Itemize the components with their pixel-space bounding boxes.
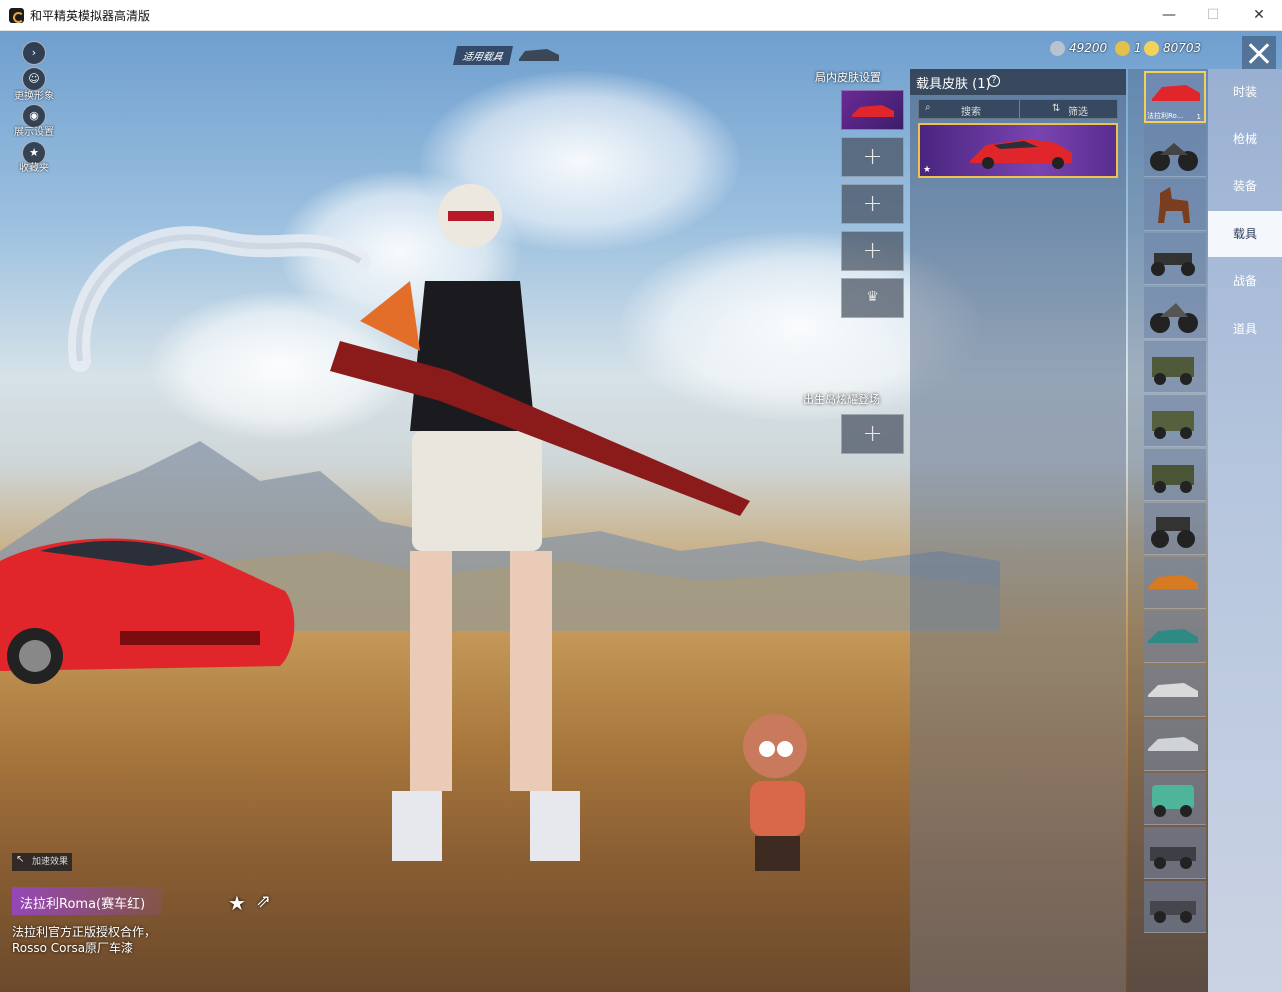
applicable-vehicle-label: 适用载具 (452, 46, 514, 65)
favorites-label[interactable]: 收藏夹 (8, 159, 60, 174)
vehicle-thumb-jeep-3[interactable] (1144, 449, 1206, 501)
vehicle-thumb-pickup-2[interactable] (1144, 881, 1206, 933)
category-tabs: 时装 枪械 装备 载具 战备 道具 (1208, 69, 1282, 992)
character-model-icon (330, 184, 750, 861)
gold-coin-icon (1144, 41, 1159, 56)
close-panel-icon[interactable] (1242, 36, 1276, 70)
pickup-icon (1150, 901, 1196, 923)
red-car-icon (1152, 85, 1200, 101)
search-icon: ⌕ (925, 102, 931, 113)
pet-companion-icon (743, 714, 807, 871)
buggy-icon (1151, 253, 1195, 276)
tab-items[interactable]: 道具 (1208, 306, 1282, 352)
gold-coin-value: 80703 (1163, 41, 1202, 55)
monster-truck-icon (1151, 517, 1195, 548)
jeep-icon (1152, 411, 1194, 439)
red-car-thumb-icon (851, 105, 894, 117)
vehicle-thumb-buggy[interactable] (1144, 233, 1206, 285)
teal-car-icon (1148, 629, 1198, 643)
change-appearance-label[interactable]: 更换形象 (8, 87, 60, 102)
app-logo-icon (9, 8, 24, 23)
silver-coin-value: 49200 (1069, 41, 1108, 55)
skin-description: 法拉利官方正版授权合作，Rosso Corsa原厂车漆 (12, 925, 157, 955)
share-icon[interactable]: ⇗ (256, 891, 271, 912)
vehicle-thumb-teal-car[interactable] (1144, 611, 1206, 663)
game-viewport: › ☺ 更换形象 ◉ 展示设置 ★ 收藏夹 适用载具 49200 1 80703… (0, 31, 1282, 992)
tab-vehicles[interactable]: 载具 (1208, 211, 1282, 257)
star-badge-icon: ★ (923, 165, 932, 175)
vehicle-thumb-sedan-2[interactable] (1144, 719, 1206, 771)
showoff-slot[interactable]: + (841, 414, 904, 454)
orange-car-icon (1148, 575, 1198, 589)
tab-fashion[interactable]: 时装 (1208, 69, 1282, 115)
motorcycle-icon (1150, 143, 1198, 171)
pickup-icon (1150, 847, 1196, 869)
vehicle-thumb-van[interactable] (1144, 773, 1206, 825)
vehicle-thumb-monster-truck[interactable] (1144, 503, 1206, 555)
window-title: 和平精英模拟器高清版 (30, 9, 151, 23)
applicable-vehicle-tag[interactable]: 适用载具 (452, 43, 565, 67)
silver-coin-icon (1050, 41, 1065, 56)
sedan-icon (1148, 737, 1198, 751)
skin-name: 法拉利Roma(赛车红) (20, 897, 146, 912)
tab-equipment[interactable]: 装备 (1208, 163, 1282, 209)
vehicle-silhouette-icon (519, 49, 559, 61)
vehicle-thumb-ferrari[interactable]: 法拉利Ro... 1 (1144, 71, 1206, 123)
panel-header: 载具皮肤 (1) ? (910, 69, 1126, 95)
in-match-skin-settings-title: 局内皮肤设置 (815, 71, 881, 84)
crown-icon: ♛ (866, 289, 879, 305)
search-input[interactable]: ⌕ 搜索 (919, 100, 1019, 118)
collapse-arrow-icon[interactable]: › (22, 41, 46, 65)
search-placeholder: 搜索 (961, 107, 981, 118)
vehicle-thumb-sedan-1[interactable] (1144, 665, 1206, 717)
filter-button[interactable]: ⇅ 筛选 (1019, 100, 1117, 118)
tab-gear[interactable]: 战备 (1208, 258, 1282, 304)
vehicle-thumb-motorcycle[interactable] (1144, 125, 1206, 177)
vehicle-thumb-dirtbike[interactable] (1144, 287, 1206, 339)
skin-slot-1[interactable] (841, 90, 904, 130)
boost-effect-label: 加速效果 (32, 857, 69, 867)
panel-title: 载具皮肤 (1) (916, 77, 991, 92)
sedan-icon (1148, 683, 1198, 697)
close-window-button[interactable]: ✕ (1236, 0, 1282, 31)
spawn-island-showoff-title: 出生岛炫耀登场 (803, 393, 880, 406)
vehicle-thumb-muscle-car[interactable] (1144, 557, 1206, 609)
search-bar: ⌕ 搜索 ⇅ 筛选 (918, 99, 1118, 119)
display-settings-label[interactable]: 展示设置 (8, 123, 60, 138)
filter-label: 筛选 (1068, 107, 1088, 118)
thumb-label: 法拉利Ro... (1147, 112, 1184, 120)
help-icon[interactable]: ? (988, 75, 1000, 87)
skin-slot-3[interactable]: + (841, 184, 904, 224)
favorite-star-icon[interactable]: ★ (228, 891, 246, 915)
dirtbike-icon (1150, 303, 1198, 333)
vehicle-thumb-horse[interactable] (1144, 179, 1206, 231)
skin-slot-2[interactable]: + (841, 137, 904, 177)
vehicle-thumb-jeep-1[interactable] (1144, 341, 1206, 393)
skin-slot-crown[interactable]: ♛ (841, 278, 904, 318)
vehicle-skin-panel: 载具皮肤 (1) ? ⌕ 搜索 ⇅ 筛选 ★ (910, 69, 1126, 992)
token-coin-icon (1115, 41, 1130, 56)
skin-slot-4[interactable]: + (841, 231, 904, 271)
boost-effect-tag[interactable]: ↖ 加速效果 (12, 853, 73, 871)
jeep-icon (1152, 465, 1194, 493)
boost-icon: ↖ (16, 854, 25, 865)
token-coin-value: 1 (1134, 41, 1142, 55)
van-icon (1152, 785, 1194, 817)
tab-weapons[interactable]: 枪械 (1208, 116, 1282, 162)
maximize-button[interactable]: ☐ (1190, 0, 1236, 31)
vehicle-thumb-jeep-2[interactable] (1144, 395, 1206, 447)
ferrari-skin-image-icon (970, 139, 1072, 169)
skin-card-ferrari[interactable]: ★ (918, 123, 1118, 178)
minimize-button[interactable]: — (1146, 0, 1192, 31)
skin-name-bar: 法拉利Roma(赛车红) (12, 887, 162, 915)
filter-icon: ⇅ (1052, 103, 1061, 114)
jeep-icon (1152, 357, 1194, 385)
horse-icon (1158, 187, 1190, 223)
vehicle-thumb-pickup-1[interactable] (1144, 827, 1206, 879)
ferrari-car-icon (0, 538, 295, 684)
thumb-count: 1 (1196, 113, 1201, 121)
title-bar: 和平精英模拟器高清版 — ☐ ✕ (0, 0, 1282, 31)
emulator-window: 和平精英模拟器高清版 — ☐ ✕ › ☺ 更换形象 ◉ 展示设置 ★ 收藏夹 适… (0, 0, 1282, 992)
